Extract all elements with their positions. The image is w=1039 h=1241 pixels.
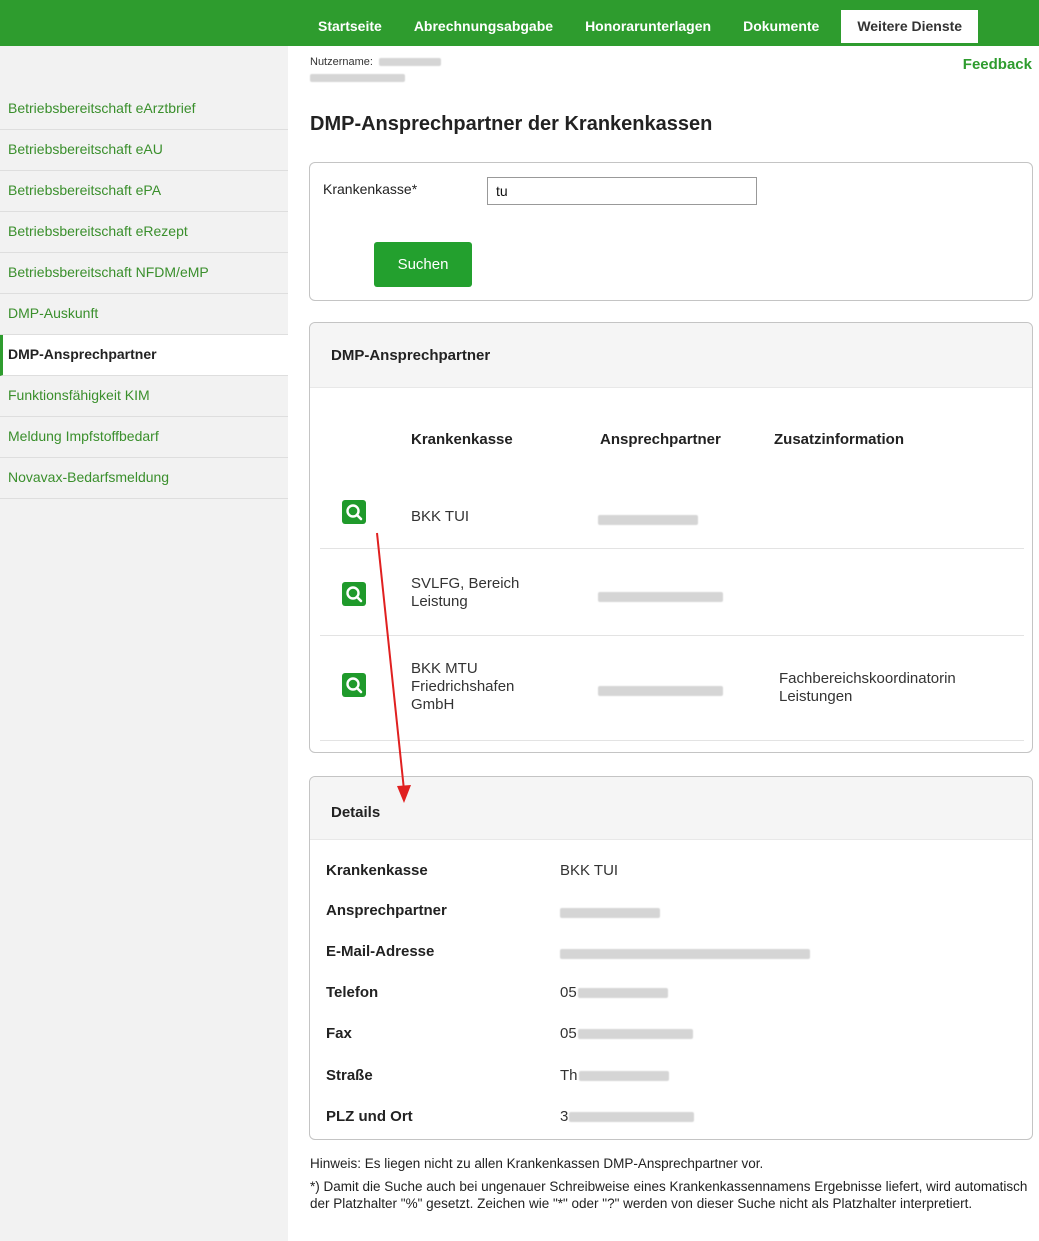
search-button[interactable]: Suchen bbox=[374, 242, 472, 287]
username-redacted bbox=[379, 58, 442, 67]
detail-value-plz-ort: 3 bbox=[560, 1108, 695, 1125]
plz-prefix: 3 bbox=[560, 1108, 569, 1125]
magnifier-icon[interactable] bbox=[342, 500, 366, 524]
detail-value-telefon: 05 bbox=[560, 984, 668, 1001]
detail-label-telefon: Telefon bbox=[326, 984, 379, 1001]
sidebar: Betriebsbereitschaft eArztbrief Betriebs… bbox=[0, 46, 288, 1241]
sidebar-item-impfstoffbedarf[interactable]: Meldung Impfstoffbedarf bbox=[0, 417, 288, 458]
row-krankenkasse-line: GmbH bbox=[411, 696, 455, 713]
row-zusatz-line: Leistungen bbox=[779, 688, 853, 705]
row-ansprechpartner-redacted bbox=[598, 511, 698, 529]
sidebar-item-kim[interactable]: Funktionsfähigkeit KIM bbox=[0, 376, 288, 417]
row-krankenkasse: BKK TUI bbox=[411, 508, 469, 526]
details-heading: Details bbox=[310, 777, 1032, 840]
row-krankenkasse-line: BKK TUI bbox=[411, 508, 470, 525]
feedback-link[interactable]: Feedback bbox=[963, 56, 1032, 73]
top-navigation-bar: Startseite Abrechnungsabgabe Honorarunte… bbox=[0, 0, 1039, 46]
row-krankenkasse-line: BKK MTU bbox=[411, 660, 478, 677]
main-nav: Startseite Abrechnungsabgabe Honorarunte… bbox=[302, 10, 979, 46]
row-krankenkasse-line: Friedrichshafen bbox=[411, 678, 515, 695]
sidebar-item-dmp-ansprechpartner[interactable]: DMP-Ansprechpartner bbox=[0, 335, 288, 376]
magnifier-icon[interactable] bbox=[342, 582, 366, 606]
detail-label-fax: Fax bbox=[326, 1025, 352, 1042]
detail-value-fax: 05 bbox=[560, 1025, 693, 1042]
user-fullname-redacted bbox=[310, 74, 405, 82]
sidebar-item-earztbrief[interactable]: Betriebsbereitschaft eArztbrief bbox=[0, 89, 288, 130]
row-krankenkasse-line: SVLFG, Bereich bbox=[411, 575, 520, 592]
detail-label-plz-ort: PLZ und Ort bbox=[326, 1108, 413, 1125]
strasse-prefix: Th bbox=[560, 1067, 578, 1084]
sidebar-item-nfdm-emp[interactable]: Betriebsbereitschaft NFDM/eMP bbox=[0, 253, 288, 294]
table-row: BKK TUI bbox=[320, 483, 1024, 549]
column-header-krankenkasse: Krankenkasse bbox=[411, 431, 513, 448]
detail-label-email: E-Mail-Adresse bbox=[326, 943, 435, 960]
note-platzhalter: *) Damit die Suche auch bei ungenauer Sc… bbox=[310, 1179, 1028, 1211]
username-label: Nutzername: bbox=[310, 56, 373, 68]
row-krankenkasse: SVLFG, Bereich Leistung bbox=[411, 575, 519, 611]
fax-prefix: 05 bbox=[560, 1025, 577, 1042]
table-row: SVLFG, Bereich Leistung bbox=[320, 549, 1024, 636]
tab-startseite[interactable]: Startseite bbox=[302, 10, 398, 43]
row-krankenkasse-line: Leistung bbox=[411, 593, 468, 610]
search-panel: Krankenkasse* Suchen bbox=[309, 162, 1033, 301]
tab-honorarunterlagen[interactable]: Honorarunterlagen bbox=[569, 10, 727, 43]
row-zusatz-line: Fachbereichskoordinatorin bbox=[779, 670, 956, 687]
sidebar-item-novavax[interactable]: Novavax-Bedarfsmeldung bbox=[0, 458, 288, 499]
tab-abrechnungsabgabe[interactable]: Abrechnungsabgabe bbox=[398, 10, 569, 43]
row-ansprechpartner-redacted bbox=[598, 682, 723, 700]
notes: Hinweis: Es liegen nicht zu allen Kranke… bbox=[310, 1155, 1034, 1218]
sidebar-item-erezept[interactable]: Betriebsbereitschaft eRezept bbox=[0, 212, 288, 253]
sidebar-menu: Betriebsbereitschaft eArztbrief Betriebs… bbox=[0, 89, 288, 499]
telefon-prefix: 05 bbox=[560, 984, 577, 1001]
column-header-zusatzinformation: Zusatzinformation bbox=[774, 431, 904, 448]
detail-label-krankenkasse: Krankenkasse bbox=[326, 862, 428, 879]
username-block: Nutzername: bbox=[310, 56, 442, 82]
sidebar-item-epa[interactable]: Betriebsbereitschaft ePA bbox=[0, 171, 288, 212]
row-krankenkasse: BKK MTU Friedrichshafen GmbH bbox=[411, 660, 514, 714]
detail-value-ansprechpartner-redacted bbox=[560, 904, 660, 921]
krankenkasse-input[interactable] bbox=[487, 177, 757, 205]
results-heading: DMP-Ansprechpartner bbox=[310, 323, 1032, 388]
tab-weitere-dienste[interactable]: Weitere Dienste bbox=[841, 10, 979, 43]
detail-label-ansprechpartner: Ansprechpartner bbox=[326, 902, 447, 919]
detail-value-strasse: Th bbox=[560, 1067, 669, 1084]
krankenkasse-label: Krankenkasse* bbox=[323, 181, 418, 197]
sidebar-item-eau[interactable]: Betriebsbereitschaft eAU bbox=[0, 130, 288, 171]
detail-label-strasse: Straße bbox=[326, 1067, 373, 1084]
table-row: BKK MTU Friedrichshafen GmbH Fachbereich… bbox=[320, 636, 1024, 741]
magnifier-icon[interactable] bbox=[342, 673, 366, 697]
sidebar-item-dmp-auskunft[interactable]: DMP-Auskunft bbox=[0, 294, 288, 335]
column-header-ansprechpartner: Ansprechpartner bbox=[600, 431, 721, 448]
row-zusatzinformation: Fachbereichskoordinatorin Leistungen bbox=[779, 670, 956, 706]
details-panel: Details Krankenkasse BKK TUI Ansprechpar… bbox=[309, 776, 1033, 1140]
results-panel: DMP-Ansprechpartner Krankenkasse Ansprec… bbox=[309, 322, 1033, 753]
tab-dokumente[interactable]: Dokumente bbox=[727, 10, 835, 43]
detail-value-email-redacted bbox=[560, 945, 810, 962]
row-ansprechpartner-redacted bbox=[598, 588, 723, 606]
detail-value-krankenkasse: BKK TUI bbox=[560, 862, 619, 879]
note-hinweis: Hinweis: Es liegen nicht zu allen Kranke… bbox=[310, 1156, 764, 1171]
page-title: DMP-Ansprechpartner der Krankenkassen bbox=[310, 113, 713, 135]
